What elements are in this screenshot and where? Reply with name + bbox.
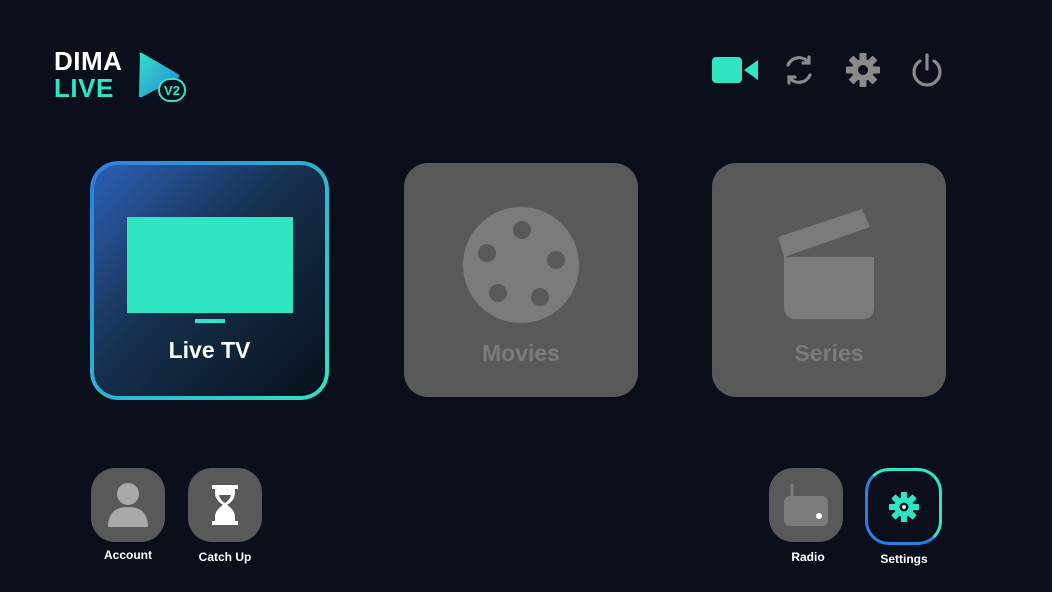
catch-up-button[interactable]	[188, 468, 262, 542]
app-logo: DIMA LIVE V2	[54, 48, 194, 108]
tile-label-series: Series	[794, 340, 864, 366]
tile-label-movies: Movies	[482, 340, 560, 366]
refresh-icon[interactable]	[776, 50, 822, 90]
tv-icon	[126, 217, 293, 323]
settings-button[interactable]	[865, 468, 942, 545]
account-button[interactable]	[91, 468, 165, 542]
film-reel-icon	[463, 207, 579, 323]
account-label: Account	[104, 548, 152, 562]
catch-up-label: Catch Up	[198, 550, 252, 564]
camera-icon[interactable]	[712, 50, 758, 90]
clapperboard-icon	[778, 209, 874, 319]
tile-live-tv[interactable]: Live TV	[90, 161, 329, 400]
version-badge: V2	[158, 78, 186, 102]
radio-label: Radio	[791, 550, 825, 564]
gear-icon[interactable]	[840, 50, 886, 90]
tile-label-live-tv: Live TV	[168, 337, 251, 363]
radio-button[interactable]	[769, 468, 843, 542]
hourglass-icon	[212, 485, 238, 525]
radio-icon	[784, 484, 828, 526]
logo-text-live: LIVE	[54, 73, 114, 103]
gear-icon	[888, 491, 919, 522]
tile-movies[interactable]: Movies	[404, 163, 638, 397]
user-icon	[108, 483, 148, 527]
settings-label: Settings	[880, 552, 928, 566]
top-toolbar	[712, 50, 968, 90]
logo-text-dima: DIMA	[54, 46, 123, 76]
power-icon[interactable]	[904, 50, 950, 90]
tile-series[interactable]: Series	[712, 163, 946, 397]
